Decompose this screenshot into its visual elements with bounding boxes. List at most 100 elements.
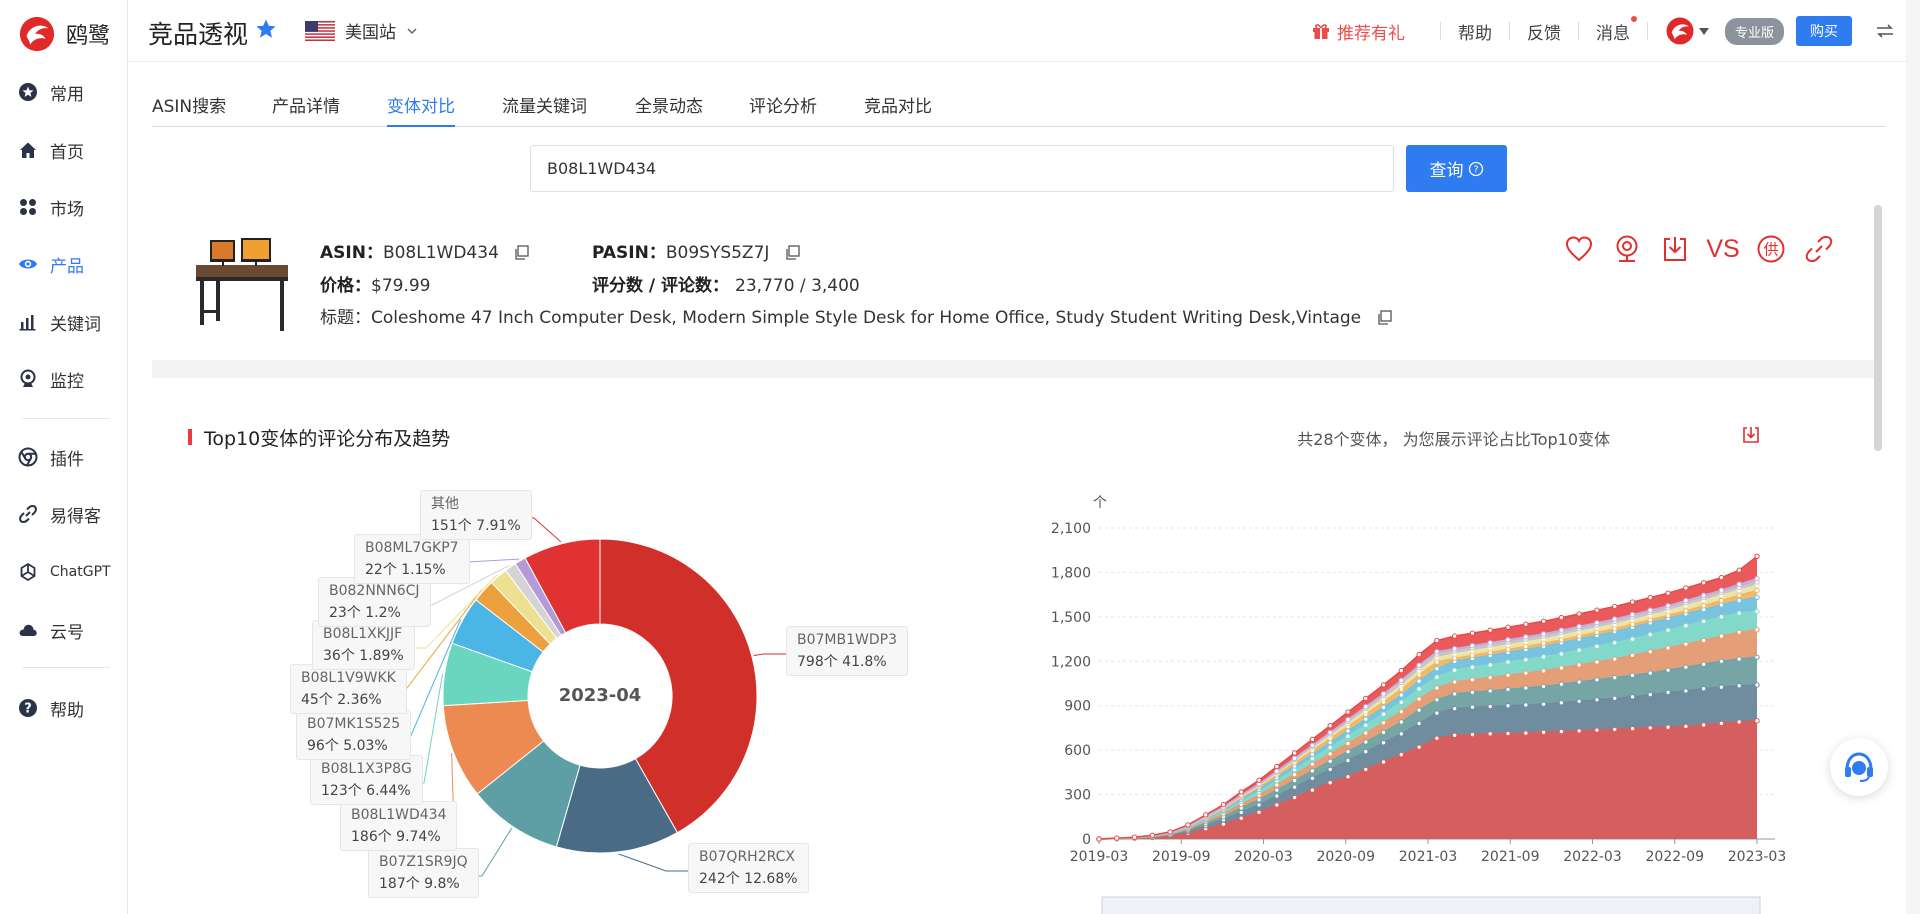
area-point (1523, 685, 1529, 691)
area-point (1736, 610, 1742, 616)
area-point (1398, 731, 1405, 737)
area-point (1594, 727, 1600, 733)
area-point (1416, 662, 1422, 668)
x-tick-label: 2021-03 (1399, 849, 1458, 865)
area-point (1505, 637, 1511, 643)
y-tick-label: 1,500 (1051, 610, 1091, 626)
area-point (1291, 784, 1298, 790)
area-point (1327, 780, 1333, 786)
area-point (1363, 739, 1369, 745)
area-point (1469, 689, 1476, 696)
area-point (1451, 691, 1458, 697)
area-point (1434, 685, 1440, 691)
area-point (1256, 797, 1262, 803)
area-point (1487, 703, 1493, 710)
area-point (1576, 679, 1582, 685)
area-point (1594, 659, 1600, 665)
area-point (1469, 731, 1476, 738)
area-point (1096, 836, 1102, 842)
area-point (1363, 730, 1369, 736)
area-point (1718, 658, 1725, 664)
area-point (1700, 685, 1707, 692)
area-point (1754, 682, 1760, 688)
area-point (1718, 614, 1725, 620)
pie-leader-line (618, 853, 688, 872)
pie-label: B082NNN6CJ 23个 1.2% (318, 577, 431, 627)
pie-label-name: B07QRH2RCX (699, 849, 795, 865)
area-point (1576, 611, 1582, 617)
area-point (1629, 599, 1636, 605)
customer-service-button[interactable] (1830, 738, 1888, 796)
area-point (1736, 592, 1742, 599)
area-point (1309, 768, 1316, 774)
area-point (1754, 608, 1760, 615)
area-point (1647, 725, 1653, 731)
area-point (1665, 590, 1671, 596)
area-point (1451, 679, 1458, 685)
area-point (1487, 688, 1493, 694)
area-point (1434, 674, 1440, 680)
area-point (1558, 627, 1565, 633)
area-point (1754, 594, 1760, 601)
x-tick-label: 2019-03 (1070, 849, 1129, 865)
area-point (1665, 689, 1671, 696)
pie-leader-line (753, 653, 786, 656)
area-point (1220, 801, 1227, 808)
area-point (1736, 719, 1742, 725)
x-tick-label: 2019-09 (1152, 849, 1211, 865)
area-point (1505, 624, 1511, 630)
area-point (1203, 812, 1209, 818)
data-zoom-slider[interactable] (1101, 896, 1761, 914)
area-point (1487, 662, 1493, 668)
area-point (1594, 643, 1600, 650)
area-point (1540, 654, 1547, 660)
pie-label: B08L1X3P8G 123个 6.44% (310, 755, 423, 805)
area-point (1558, 681, 1565, 687)
area-point (1416, 678, 1422, 684)
pie-label: B07Z1SR9JQ 187个 9.8% (368, 848, 479, 898)
area-point (1576, 698, 1582, 704)
area-point (1309, 761, 1316, 767)
area-point (1665, 645, 1671, 651)
app-root: 鸥鹭 常用 首页 市场 产品 关键词 监控 插件 易得客 ChatGPT 云号 … (0, 0, 1920, 914)
area-point (1718, 684, 1725, 690)
area-point (1398, 751, 1405, 758)
area-point (1327, 751, 1333, 757)
pie-label-name: B08ML7GKP7 (365, 540, 459, 556)
area-point (1558, 651, 1565, 657)
area-point (1612, 726, 1618, 733)
x-tick-label: 2020-09 (1317, 849, 1376, 865)
area-point (1167, 829, 1173, 835)
area-point (1469, 664, 1476, 670)
area-point (1523, 643, 1529, 650)
pie-label-value: 36个 1.89% (323, 648, 404, 664)
area-point (1398, 708, 1405, 715)
area-point (1629, 621, 1636, 627)
area-point (1754, 553, 1760, 559)
area-point (1451, 667, 1458, 673)
pie-label-name: B07MB1WDP3 (797, 632, 897, 648)
area-point (1683, 608, 1689, 614)
area-point (1487, 731, 1493, 737)
pie-label: B08L1V9WKK 45个 2.36% (290, 664, 407, 714)
area-point (1754, 627, 1760, 633)
area-point (1363, 695, 1369, 702)
area-point (1256, 802, 1262, 808)
area-point (1576, 633, 1582, 639)
area-point (1256, 809, 1262, 816)
area-point (1647, 670, 1653, 676)
area-point (1718, 587, 1725, 593)
area-point (1594, 677, 1600, 683)
area-point (1665, 603, 1671, 609)
area-point (1505, 730, 1511, 737)
area-point (1416, 720, 1422, 727)
pie-label-value: 45个 2.36% (301, 692, 382, 708)
area-point (1736, 683, 1742, 689)
area-point (1523, 730, 1529, 736)
area-point (1363, 704, 1369, 710)
area-point (1469, 643, 1476, 649)
area-point (1629, 636, 1636, 642)
area-point (1665, 612, 1671, 619)
area-point (1700, 618, 1707, 624)
pie-label: B07QRH2RCX 242个 12.68% (688, 843, 809, 893)
